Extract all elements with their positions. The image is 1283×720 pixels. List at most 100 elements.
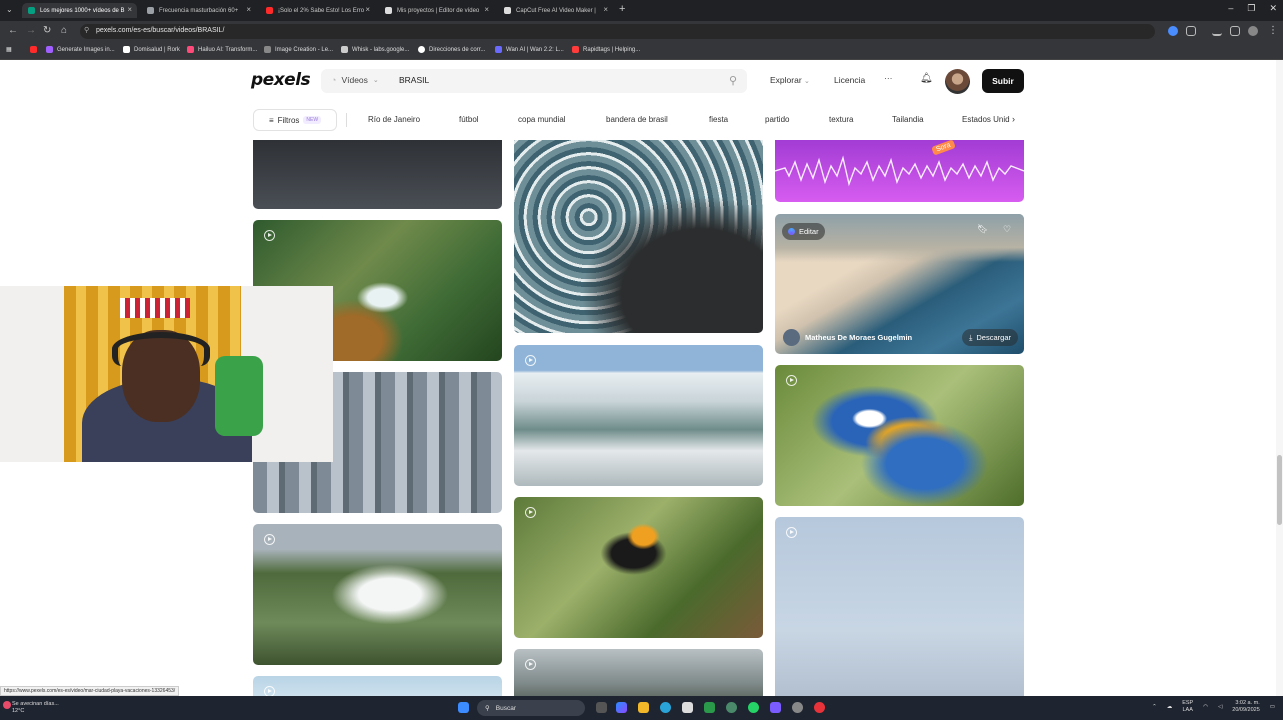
- minimize-icon[interactable]: –: [1228, 3, 1233, 14]
- tab-search-icon[interactable]: [1230, 26, 1240, 36]
- chip-fiesta[interactable]: fiesta: [709, 115, 728, 124]
- search-bar[interactable]: ◔ Vídeos ⌄ BRASIL ⚲: [321, 69, 747, 93]
- edge-icon[interactable]: [660, 702, 671, 713]
- windows-start-icon[interactable]: [458, 702, 469, 713]
- close-icon[interactable]: ×: [603, 5, 608, 14]
- notifications-icon[interactable]: ▭: [1270, 704, 1275, 711]
- new-tab-button[interactable]: +: [619, 3, 625, 15]
- bell-icon[interactable]: 🔔︎: [920, 73, 933, 84]
- close-window-icon[interactable]: ✕: [1269, 3, 1277, 14]
- search-type-dropdown[interactable]: ◔ Vídeos ⌄: [331, 75, 379, 85]
- video-tile-lencois[interactable]: [514, 345, 763, 486]
- download-button[interactable]: ⤓ Descargar: [962, 329, 1018, 346]
- chevron-right-icon[interactable]: ›: [1012, 114, 1015, 124]
- chip-futbol[interactable]: fútbol: [459, 115, 479, 124]
- bookmark-item[interactable]: Direcciones de corr...: [418, 46, 485, 53]
- video-tile-toucan[interactable]: [514, 497, 763, 638]
- extension-icon[interactable]: [1168, 26, 1178, 36]
- nav-licencia[interactable]: Licencia: [834, 75, 865, 85]
- tab-pexels[interactable]: Los mejores 1000+ vídeos de B ×: [22, 3, 137, 18]
- chip-rio[interactable]: Río de Janeiro: [368, 115, 420, 124]
- task-view-icon[interactable]: [596, 702, 607, 713]
- extensions-puzzle-icon[interactable]: [1186, 26, 1196, 36]
- settings-gear-icon[interactable]: [792, 702, 803, 713]
- video-tile-macaw[interactable]: [775, 365, 1024, 506]
- video-tile-sora[interactable]: Sora: [775, 140, 1024, 202]
- chip-estados-unidos[interactable]: Estados Unid: [962, 115, 1010, 124]
- tab-youtube[interactable]: ¡Solo el 2% Sabe Esto! Los Erro ×: [260, 3, 375, 18]
- recording-app-icon[interactable]: [814, 702, 825, 713]
- reload-icon[interactable]: ↻: [43, 25, 51, 36]
- volume-icon[interactable]: ◁: [1218, 704, 1222, 711]
- bookmark-item[interactable]: Image Creation - Le...: [264, 46, 333, 53]
- tab-capcut-projects[interactable]: Mis proyectos | Editor de vídeo ×: [379, 3, 494, 18]
- bookmark-item[interactable]: Whisk - labs.google...: [341, 46, 409, 53]
- bookmark-item[interactable]: Domisalud | Rork: [123, 46, 180, 53]
- play-icon: [264, 686, 275, 696]
- video-tile-iguazu[interactable]: [253, 524, 502, 665]
- chip-bandera[interactable]: bandera de brasil: [606, 115, 668, 124]
- site-info-icon[interactable]: ⚲: [84, 26, 89, 34]
- back-icon[interactable]: ←: [8, 25, 18, 36]
- close-icon[interactable]: ×: [246, 5, 251, 14]
- tray-chevron-icon[interactable]: ⌃: [1152, 704, 1157, 711]
- chip-copa-mundial[interactable]: copa mundial: [518, 115, 566, 124]
- video-tile-ocean-waves[interactable]: [514, 140, 763, 333]
- avatar[interactable]: [945, 69, 970, 94]
- weather-widget[interactable]: Se avecinan días... 12°C: [12, 701, 59, 715]
- home-icon[interactable]: ⌂: [61, 25, 67, 36]
- onedrive-icon[interactable]: ☁: [1167, 704, 1173, 711]
- tab-search-icon[interactable]: ⌄: [6, 5, 13, 14]
- excel-icon[interactable]: [704, 702, 715, 713]
- apps-icon[interactable]: ▦: [6, 46, 12, 53]
- url-field[interactable]: ⚲ pexels.com/es-es/buscar/videos/BRASIL/: [80, 24, 1155, 39]
- notepad-icon[interactable]: [682, 702, 693, 713]
- search-input[interactable]: BRASIL: [399, 75, 429, 85]
- weather-icon[interactable]: [3, 701, 11, 709]
- chip-textura[interactable]: textura: [829, 115, 853, 124]
- download-icon[interactable]: [1212, 26, 1222, 36]
- heart-icon[interactable]: ♡: [1003, 224, 1011, 235]
- close-icon[interactable]: ×: [484, 5, 489, 14]
- filters-button[interactable]: ≡ Filtros NEW: [253, 109, 337, 131]
- chip-partido[interactable]: partido: [765, 115, 789, 124]
- video-tile[interactable]: [514, 649, 763, 696]
- upload-button[interactable]: Subir: [982, 69, 1024, 93]
- video-tile[interactable]: [253, 140, 502, 209]
- video-tile[interactable]: [253, 676, 502, 696]
- pexels-logo[interactable]: pexels: [251, 70, 311, 90]
- tab-frecuencia[interactable]: Frecuencia masturbación 60+ ×: [141, 3, 256, 18]
- nav-explorar[interactable]: Explorar ⌄: [770, 75, 810, 85]
- author-link[interactable]: Matheus De Moraes Gugelmin: [783, 329, 912, 346]
- close-icon[interactable]: ×: [127, 5, 132, 14]
- chip-tailandia[interactable]: Tailandia: [892, 115, 924, 124]
- edit-button[interactable]: Editar: [782, 223, 825, 240]
- bookmark-item[interactable]: Wan AI | Wan 2.2: L...: [495, 46, 564, 53]
- taskbar-search[interactable]: ⚲ Buscar: [477, 700, 585, 716]
- bookmark-item[interactable]: Generate Images in...: [46, 46, 115, 53]
- search-icon[interactable]: ⚲: [729, 74, 737, 87]
- file-explorer-icon[interactable]: [638, 702, 649, 713]
- video-tile-sky[interactable]: [775, 517, 1024, 696]
- close-icon[interactable]: ×: [365, 5, 370, 14]
- menu-icon[interactable]: ⋮: [1268, 25, 1278, 36]
- wifi-icon[interactable]: ◠: [1203, 704, 1208, 711]
- chrome-icon[interactable]: [726, 702, 737, 713]
- video-tile-copacabana-hovered[interactable]: Editar 🔖︎ ♡ Matheus De Moraes Gugelmin ⤓…: [775, 214, 1024, 354]
- clock[interactable]: 3:02 a. m. 20/09/2025: [1232, 700, 1260, 714]
- more-options-icon[interactable]: ···: [884, 73, 893, 83]
- bookmark-item[interactable]: Rapidtags | Helping...: [572, 46, 640, 53]
- scrollbar[interactable]: [1276, 60, 1283, 696]
- app-icon[interactable]: [770, 702, 781, 713]
- bookmark-youtube-icon[interactable]: [30, 46, 41, 53]
- profile-icon[interactable]: [1248, 26, 1258, 36]
- language-indicator[interactable]: ESP LAA: [1182, 700, 1193, 714]
- copilot-icon[interactable]: [616, 702, 627, 713]
- bookmark-icon[interactable]: 🔖︎: [977, 224, 988, 235]
- scrollbar-thumb[interactable]: [1277, 455, 1282, 525]
- whatsapp-icon[interactable]: [748, 702, 759, 713]
- forward-icon[interactable]: →: [26, 25, 36, 36]
- bookmark-item[interactable]: Hailuo AI: Transform...: [187, 46, 257, 53]
- tab-capcut[interactable]: CapCut Free AI Video Maker | ×: [498, 3, 613, 18]
- restore-icon[interactable]: ❐: [1247, 3, 1255, 14]
